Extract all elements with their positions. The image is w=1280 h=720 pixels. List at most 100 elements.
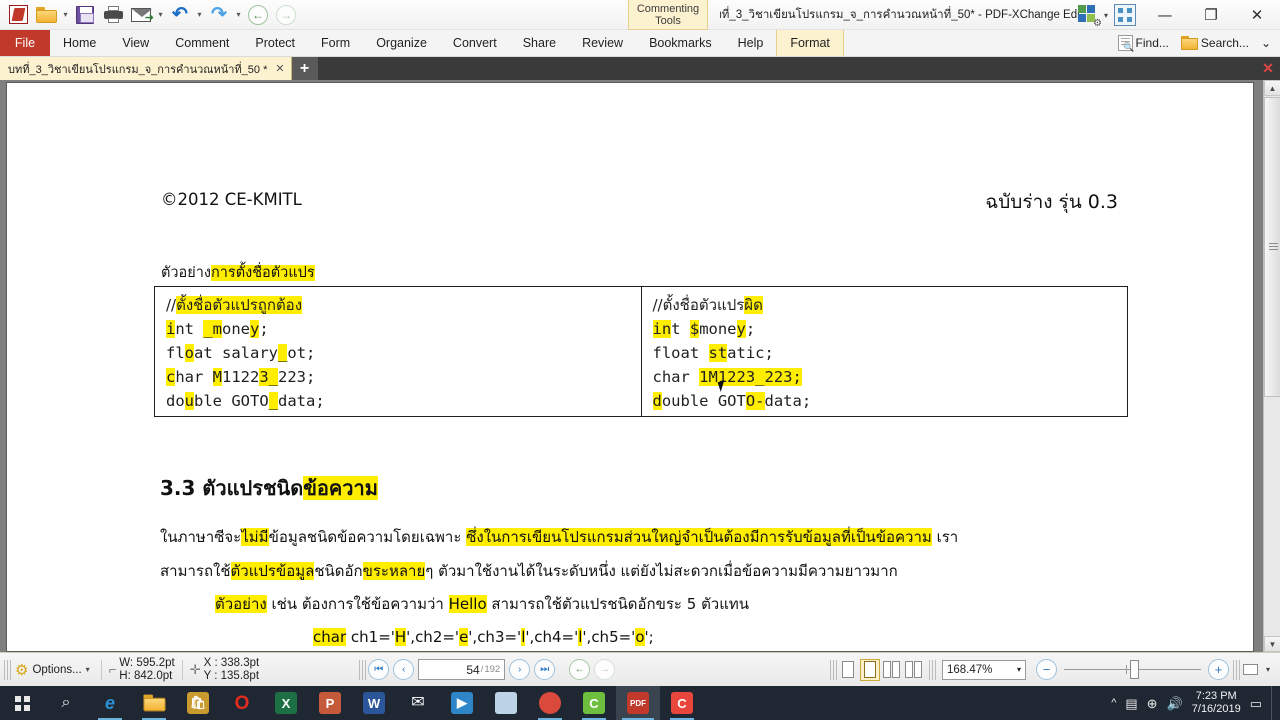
fullscreen-icon[interactable] — [1241, 659, 1261, 681]
page-number-input[interactable]: 54 / 192 — [418, 659, 506, 680]
tab-comment[interactable]: Comment — [162, 30, 242, 56]
save-icon[interactable] — [72, 2, 98, 28]
show-hidden-icons-caret[interactable]: ^ — [1111, 697, 1116, 709]
tab-protect[interactable]: Protect — [242, 30, 308, 56]
tab-file[interactable]: File — [0, 30, 50, 56]
tab-help[interactable]: Help — [725, 30, 777, 56]
zoom-slider-track[interactable] — [1063, 660, 1201, 679]
taskbar-item-pdf-xchange-editor[interactable]: PDF — [616, 686, 660, 720]
single-page-continuous-icon[interactable] — [859, 658, 880, 681]
taskbar-item-file-explorer[interactable] — [132, 686, 176, 720]
close-button[interactable]: ✕ — [1234, 0, 1280, 30]
pdf-page[interactable]: ©2012 CE-KMITL ฉบับร่าง รุ่น 0.3 ตัวอย่า… — [6, 82, 1254, 652]
redo-dropdown-caret[interactable]: ▾ — [234, 2, 243, 28]
commenting-tools-contextual-tab[interactable]: Commenting Tools — [628, 0, 708, 30]
taskbar-item-excel[interactable]: X — [264, 686, 308, 720]
fullscreen-dropdown-caret[interactable]: ▾ — [1262, 665, 1274, 674]
search-button[interactable]: Search... — [1176, 36, 1254, 50]
scroll-down-arrow-icon[interactable]: ▼ — [1264, 636, 1280, 652]
show-desktop-button[interactable] — [1271, 686, 1278, 720]
new-tab-button[interactable]: + — [291, 57, 318, 80]
print-icon[interactable] — [100, 2, 126, 28]
vertical-scrollbar[interactable]: ▲ ▼ — [1263, 80, 1280, 652]
heading-plain: ตัวแปรชนิด — [202, 476, 304, 500]
tab-form[interactable]: Form — [308, 30, 363, 56]
tab-home[interactable]: Home — [50, 30, 109, 56]
previous-view-icon[interactable]: ← — [245, 2, 271, 28]
body-line-2: สามารถใช้ตัวแปรข้อมูลชนิดอักขระหลายๆ ตัว… — [160, 561, 898, 581]
battery-icon[interactable]: ▤ — [1125, 697, 1137, 710]
first-page-button[interactable]: ⏮ — [368, 659, 390, 680]
tab-share[interactable]: Share — [510, 30, 569, 56]
comment-highlight: ผิด — [744, 296, 763, 314]
tab-convert[interactable]: Convert — [440, 30, 510, 56]
taskbar-clock[interactable]: 7:23 PM 7/16/2019 — [1192, 690, 1241, 716]
undo-dropdown-caret[interactable]: ▾ — [195, 2, 204, 28]
taskbar-item-edge[interactable]: e — [88, 686, 132, 720]
email-dropdown-caret[interactable]: ▾ — [156, 2, 165, 28]
search-magnifier-icon[interactable]: ⌕ — [44, 686, 88, 720]
find-button[interactable]: 🔍 Find... — [1113, 35, 1174, 52]
taskbar-item-microsoft-store[interactable]: 🛍 — [176, 686, 220, 720]
previous-page-button[interactable]: ‹ — [393, 659, 415, 680]
speaker-icon[interactable]: 🔊 — [1167, 697, 1183, 710]
tab-format[interactable]: Format — [776, 30, 844, 56]
gear-icon[interactable]: ⚙ — [15, 661, 28, 679]
taskbar-item-chrome[interactable] — [528, 686, 572, 720]
tab-bookmarks[interactable]: Bookmarks — [636, 30, 725, 56]
taskbar-item-mail[interactable]: ✉ — [396, 686, 440, 720]
layout-toggle-icon[interactable] — [1114, 4, 1136, 26]
tab-view[interactable]: View — [109, 30, 162, 56]
taskbar-item-word[interactable]: W — [352, 686, 396, 720]
document-viewport[interactable]: ©2012 CE-KMITL ฉบับร่าง รุ่น 0.3 ตัวอย่า… — [0, 80, 1280, 652]
two-page-continuous-icon[interactable] — [904, 659, 924, 681]
collapse-ribbon-caret-icon[interactable]: ⌄ — [1256, 36, 1276, 50]
account-settings-icon[interactable]: ⚙ — [1076, 4, 1102, 29]
zoom-dropdown-caret[interactable]: ▾ — [1017, 665, 1021, 674]
next-view-button[interactable]: → — [594, 659, 616, 680]
scrollbar-thumb[interactable] — [1264, 97, 1280, 397]
zoom-out-button[interactable]: − — [1035, 659, 1057, 680]
network-globe-icon[interactable]: ⊕ — [1147, 697, 1158, 710]
next-view-icon[interactable]: → — [273, 2, 299, 28]
open-folder-icon[interactable] — [33, 2, 59, 28]
taskbar-item-media-player[interactable]: ▶ — [440, 686, 484, 720]
two-page-icon[interactable] — [882, 659, 902, 681]
close-all-tabs-icon[interactable]: ✕ — [1256, 57, 1280, 80]
taskbar-item-camtasia-studio[interactable]: C — [660, 686, 704, 720]
maximize-restore-button[interactable]: ❐ — [1188, 0, 1234, 30]
document-tab-close-icon[interactable]: ✕ — [275, 62, 284, 75]
last-page-button[interactable]: ⏭ — [534, 659, 556, 680]
taskbar-item-opera[interactable]: O — [220, 686, 264, 720]
options-button[interactable]: Options... — [32, 664, 81, 676]
text-run-highlight: ไม่มี — [241, 528, 269, 546]
taskbar-item-camtasia[interactable]: C — [572, 686, 616, 720]
comment-slashes: // — [166, 296, 177, 314]
scroll-up-arrow-icon[interactable]: ▲ — [1264, 80, 1280, 96]
zoom-in-button[interactable]: + — [1207, 659, 1229, 680]
zoom-slider[interactable]: − + — [1035, 659, 1229, 680]
tab-organize[interactable]: Organize — [363, 30, 440, 56]
redo-arrow-icon[interactable]: ↷ — [206, 2, 232, 28]
tab-review[interactable]: Review — [569, 30, 636, 56]
undo-arrow-icon[interactable]: ↶ — [167, 2, 193, 28]
code-cell-incorrect: //ตั้งชื่อตัวแปรผิด int $money; float st… — [640, 287, 1128, 416]
email-icon[interactable]: ➔ — [128, 2, 154, 28]
options-dropdown-caret[interactable]: ▾ — [82, 665, 94, 674]
zoom-slider-thumb[interactable] — [1129, 660, 1139, 679]
open-folder-dropdown-caret[interactable]: ▾ — [61, 2, 70, 28]
start-windows-icon[interactable] — [0, 686, 44, 720]
text-run: ch1=' — [346, 628, 395, 646]
previous-view-button[interactable]: ← — [569, 659, 591, 680]
next-page-button[interactable]: › — [509, 659, 531, 680]
document-tab[interactable]: บทที่_3_วิชาเขียนโปรแกรม_จ_การคำนวณหน้าท… — [0, 57, 292, 80]
document-tab-strip: บทที่_3_วิชาเขียนโปรแกรม_จ_การคำนวณหน้าท… — [0, 57, 1280, 80]
zoom-level-combobox[interactable]: 168.47% ▾ — [941, 659, 1026, 680]
minimize-button[interactable]: — — [1142, 0, 1188, 30]
code-comment-correct: //ตั้งชื่อตัวแปรถูกต้อง — [166, 293, 641, 317]
taskbar-item-notes[interactable] — [484, 686, 528, 720]
taskbar-item-powerpoint[interactable]: P — [308, 686, 352, 720]
body-line-3: ตัวอย่าง เช่น ต้องการใช้ข้อความว่า Hello… — [215, 594, 749, 614]
action-center-icon[interactable]: ▭ — [1250, 697, 1262, 710]
single-page-icon[interactable] — [838, 659, 858, 681]
